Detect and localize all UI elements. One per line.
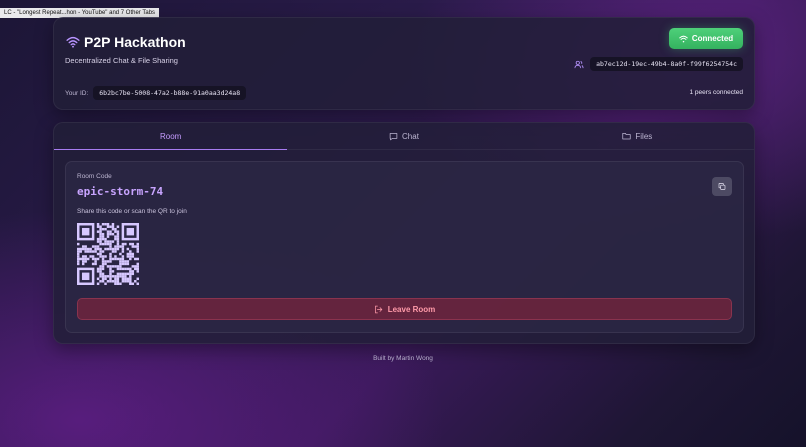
footer-credit: Built by Martin Wong <box>373 355 433 362</box>
tab-files[interactable]: Files <box>521 123 754 149</box>
connection-status-label: Connected <box>691 34 734 43</box>
main-card: Room Chat Files Room Code epic-storm-74 … <box>53 122 755 344</box>
peer-id-pill: ab7ec12d-19ec-49b4-8a0f-f99f6254754c <box>590 57 743 71</box>
leave-room-label: Leave Room <box>387 304 436 314</box>
room-code-label: Room Code <box>77 173 112 180</box>
wifi-icon <box>66 36 80 48</box>
leave-room-button[interactable]: Leave Room <box>77 298 732 320</box>
copy-room-code-button[interactable] <box>712 177 732 196</box>
tab-room-label: Room <box>159 131 182 141</box>
your-id-label: Your ID: <box>65 89 89 97</box>
header-card: P2P Hackathon Decentralized Chat & File … <box>53 17 755 110</box>
folder-icon <box>622 133 631 140</box>
connection-status-button[interactable]: Connected <box>669 28 743 49</box>
room-panel: Room Code epic-storm-74 Share this code … <box>65 161 744 333</box>
tab-chat-label: Chat <box>402 131 419 141</box>
your-id-pill: 6b2bc7be-5008-47a2-b88e-91a0aa3d24a8 <box>93 86 247 100</box>
your-id-row: Your ID: 6b2bc7be-5008-47a2-b88e-91a0aa3… <box>65 86 247 100</box>
tab-chat[interactable]: Chat <box>287 123 520 149</box>
logout-icon <box>374 305 382 313</box>
app-subtitle: Decentralized Chat & File Sharing <box>65 56 178 65</box>
wifi-icon <box>679 35 688 42</box>
peers-connected-count: 1 peers connected <box>689 89 743 96</box>
users-icon <box>574 60 584 68</box>
tab-files-label: Files <box>635 131 653 141</box>
share-hint: Share this code or scan the QR to join <box>77 208 187 215</box>
chat-bubble-icon <box>389 132 398 140</box>
copy-icon <box>718 183 726 190</box>
tab-bar: Room Chat Files <box>54 123 754 150</box>
room-qr-code <box>77 223 139 285</box>
tab-room[interactable]: Room <box>54 123 288 150</box>
room-code: epic-storm-74 <box>77 185 164 198</box>
connected-peer: ab7ec12d-19ec-49b4-8a0f-f99f6254754c <box>574 57 743 71</box>
app-title: P2P Hackathon <box>84 34 186 50</box>
